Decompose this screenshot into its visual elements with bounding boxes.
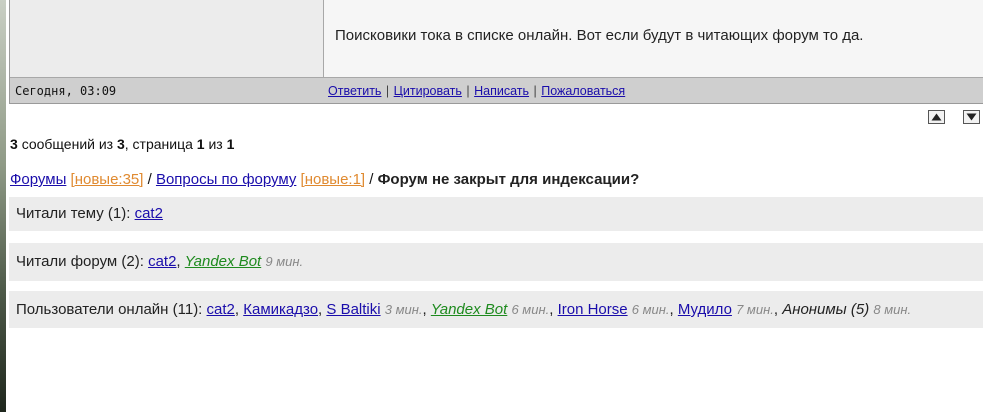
report-link[interactable]: Пожаловаться bbox=[541, 84, 625, 98]
user-link[interactable]: Камикадзо bbox=[243, 301, 318, 318]
online-users-box: Пользователи онлайн (11): cat2, Камикадз… bbox=[9, 291, 983, 328]
breadcrumb-current: Форум не закрыт для индексации? bbox=[377, 171, 640, 188]
last-seen-time: 3 мин. bbox=[384, 302, 423, 317]
online-users-label: Пользователи онлайн (11): bbox=[16, 301, 203, 318]
post-text: Поисковики тока в списке онлайн. Вот есл… bbox=[335, 27, 864, 44]
post-date: Сегодня, 03:09 bbox=[15, 84, 117, 98]
user-link[interactable]: cat2 bbox=[148, 253, 176, 270]
window-edge bbox=[0, 0, 6, 412]
scroll-up-button[interactable] bbox=[928, 110, 945, 124]
section-new-badge[interactable]: [новые:1] bbox=[301, 171, 366, 188]
post-actions: Ответить | Цитировать | Написать | Пожал… bbox=[328, 84, 625, 98]
pagination-text: сообщений из bbox=[21, 136, 114, 152]
page-number: 1 bbox=[196, 136, 205, 152]
page-total: 1 bbox=[226, 136, 235, 152]
last-seen-time: 9 мин. bbox=[265, 254, 304, 269]
quote-link[interactable]: Цитировать bbox=[394, 84, 462, 98]
bot-link[interactable]: Yandex Bot bbox=[431, 301, 507, 318]
last-seen-time: 7 мин. bbox=[736, 302, 774, 317]
post-author-panel bbox=[10, 0, 324, 77]
breadcrumb-separator: / bbox=[369, 171, 374, 188]
forum-post: Поисковики тока в списке онлайн. Вот есл… bbox=[9, 0, 983, 104]
last-seen-time: 8 мин. bbox=[873, 302, 912, 317]
anonymous-count: Анонимы (5) bbox=[782, 301, 870, 318]
arrow-up-icon bbox=[931, 113, 942, 121]
write-message-link[interactable]: Написать bbox=[474, 84, 529, 98]
forums-new-badge[interactable]: [новые:35] bbox=[71, 171, 144, 188]
forum-readers-label: Читали форум (2): bbox=[16, 253, 144, 270]
topic-readers-label: Читали тему (1): bbox=[16, 205, 131, 222]
user-link[interactable]: cat2 bbox=[135, 205, 163, 222]
separator: | bbox=[533, 84, 537, 98]
breadcrumb: Форумы [новые:35] / Вопросы по форуму [н… bbox=[10, 171, 639, 188]
breadcrumb-forums-link[interactable]: Форумы bbox=[10, 171, 66, 188]
arrow-down-icon bbox=[966, 113, 977, 121]
user-link[interactable]: cat2 bbox=[207, 301, 235, 318]
last-seen-time: 6 мин. bbox=[511, 302, 550, 317]
message-count: 3 bbox=[10, 136, 18, 152]
separator: | bbox=[385, 84, 390, 98]
post-body: Поисковики тока в списке онлайн. Вот есл… bbox=[324, 0, 983, 77]
reply-link[interactable]: Ответить bbox=[328, 84, 381, 98]
breadcrumb-section-link[interactable]: Вопросы по форуму bbox=[156, 171, 296, 188]
scroll-down-button[interactable] bbox=[963, 110, 980, 124]
user-link[interactable]: Iron Horse bbox=[558, 301, 628, 318]
message-total: 3 bbox=[116, 136, 125, 152]
bot-link[interactable]: Yandex Bot bbox=[185, 253, 261, 270]
last-seen-time: 6 мин. bbox=[631, 302, 670, 317]
separator: | bbox=[466, 84, 470, 98]
forum-readers-box: Читали форум (2): cat2, Yandex Bot 9 мин… bbox=[9, 243, 983, 281]
topic-readers-box: Читали тему (1): cat2 bbox=[9, 197, 983, 231]
user-link[interactable]: S Baltiki bbox=[326, 301, 380, 318]
pagination-text: из bbox=[208, 136, 223, 152]
post-footer: Сегодня, 03:09 Ответить | Цитировать | Н… bbox=[10, 77, 983, 103]
pagination-text: , страница bbox=[124, 136, 193, 152]
user-link[interactable]: Мудило bbox=[678, 301, 732, 318]
breadcrumb-separator: / bbox=[147, 171, 152, 188]
pagination-info: 3 сообщений из 3, страница 1 из 1 bbox=[10, 136, 234, 152]
